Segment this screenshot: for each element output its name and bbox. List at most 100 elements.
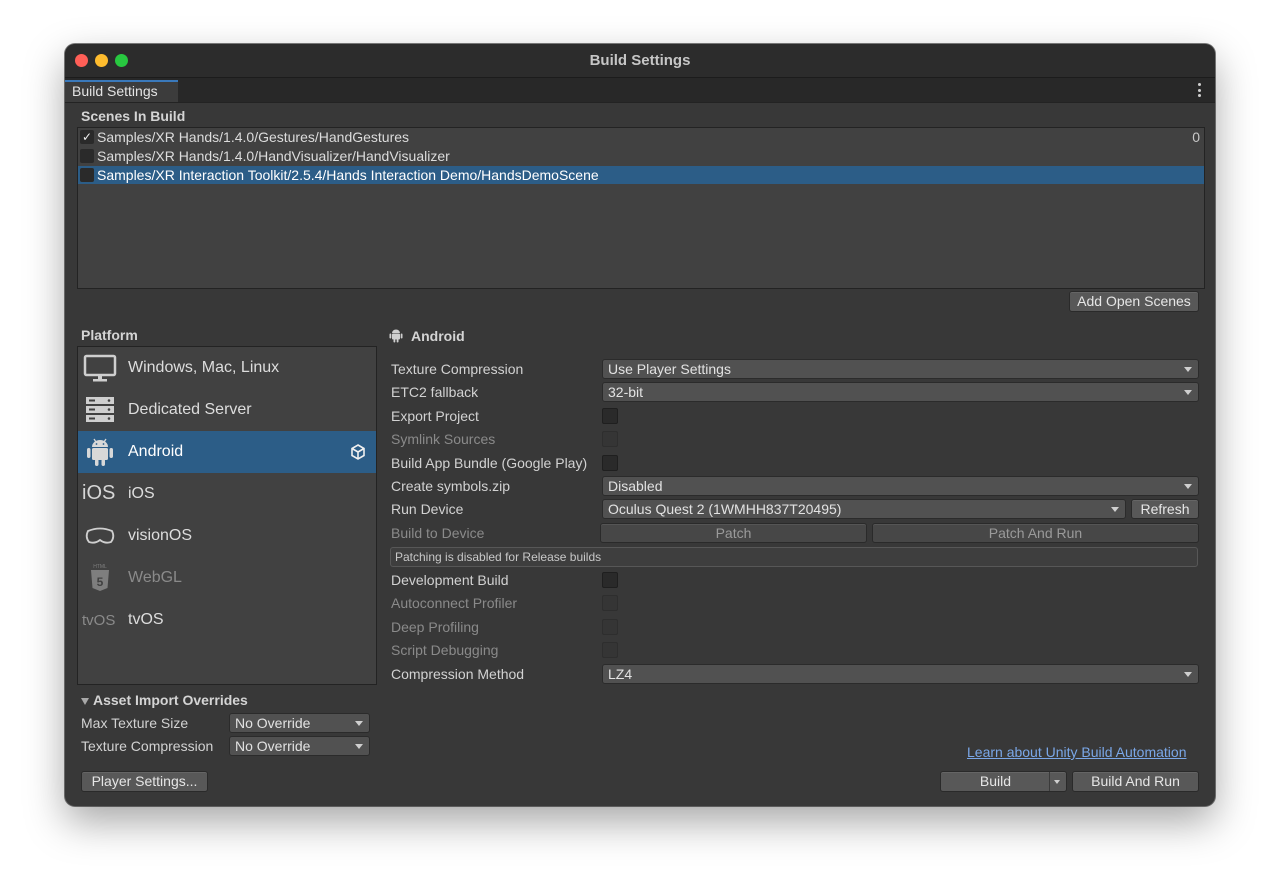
development-build-checkbox[interactable] [602,572,618,588]
script-debugging-checkbox[interactable] [602,642,618,658]
run-device-value: Oculus Quest 2 (1WMHH837T20495) [608,501,842,517]
texture-compression-value: Use Player Settings [608,361,731,377]
patching-disabled-notice: Patching is disabled for Release builds [390,547,1198,567]
platform-label: visionOS [128,527,193,544]
monitor-icon [83,354,117,382]
platform-label: tvOS [128,611,164,628]
symlink-sources-label: Symlink Sources [391,431,496,447]
max-texture-size-value: No Override [235,715,311,731]
platform-item-visionos[interactable]: visionOS [78,515,376,557]
autoconnect-profiler-label: Autoconnect Profiler [391,595,518,611]
texture-compression-override-label: Texture Compression [81,738,214,754]
svg-text:HTML: HTML [93,564,107,570]
foldout-arrow-icon [81,698,89,705]
compression-method-value: LZ4 [608,666,633,682]
asset-import-overrides-foldout[interactable]: Asset Import Overrides [81,692,248,708]
platform-item-standalone[interactable]: Windows, Mac, Linux [78,347,376,389]
texture-compression-dropdown[interactable]: Use Player Settings [602,359,1199,379]
script-debugging-row: Script Debugging [391,640,1199,660]
platform-list[interactable]: Windows, Mac, Linux Dedicated Server And… [77,346,377,685]
server-icon [86,397,114,422]
chevron-down-icon [1111,507,1119,512]
platform-label: iOS [128,485,155,502]
compression-method-dropdown[interactable]: LZ4 [602,664,1199,684]
compression-method-row: Compression Method LZ4 [391,664,1199,684]
max-texture-size-label: Max Texture Size [81,715,189,731]
build-to-device-row: Build to Device Patch Patch And Run [391,523,1199,543]
texture-compression-row: Texture Compression Use Player Settings [391,359,1199,379]
run-device-dropdown[interactable]: Oculus Quest 2 (1WMHH837T20495) [602,499,1126,519]
build-to-device-label: Build to Device [391,525,485,541]
scene-row[interactable]: ✓ Samples/XR Hands/1.4.0/Gestures/HandGe… [78,128,1204,146]
platform-item-dedicated-server[interactable]: Dedicated Server [78,389,376,431]
player-settings-button[interactable]: Player Settings... [81,771,208,792]
autoconnect-profiler-row: Autoconnect Profiler [391,593,1199,613]
scene-path: Samples/XR Hands/1.4.0/HandVisualizer/Ha… [97,148,450,164]
build-button[interactable]: Build [940,771,1067,792]
scene-index: 0 [1192,129,1200,145]
build-options-dropdown[interactable] [1049,772,1066,791]
tab-bar: Build Settings [65,78,1215,103]
texture-compression-override-dropdown[interactable]: No Override [229,736,370,756]
create-symbols-row: Create symbols.zip Disabled [391,476,1199,496]
scene-include-checkbox[interactable] [80,149,94,163]
deep-profiling-label: Deep Profiling [391,619,479,635]
etc2-fallback-value: 32-bit [608,384,644,400]
etc2-fallback-dropdown[interactable]: 32-bit [602,382,1199,402]
scenes-heading: Scenes In Build [81,108,186,124]
tab-build-settings[interactable]: Build Settings [65,80,178,102]
build-and-run-button[interactable]: Build And Run [1072,771,1199,792]
title-bar: Build Settings [65,44,1215,78]
platform-item-tvos[interactable]: tvOS tvOS [78,599,376,641]
deep-profiling-checkbox[interactable] [602,619,618,635]
create-symbols-dropdown[interactable]: Disabled [602,476,1199,496]
svg-text:5: 5 [97,575,104,589]
texture-compression-label: Texture Compression [391,361,524,377]
chevron-down-icon [1184,672,1192,677]
vision-headset-icon [85,527,115,544]
add-open-scenes-button[interactable]: Add Open Scenes [1069,291,1199,312]
deep-profiling-row: Deep Profiling [391,617,1199,637]
export-project-label: Export Project [391,408,479,424]
max-texture-size-dropdown[interactable]: No Override [229,713,370,733]
create-symbols-label: Create symbols.zip [391,478,511,494]
symlink-sources-checkbox[interactable] [602,431,618,447]
script-debugging-label: Script Debugging [391,642,499,658]
patch-and-run-button[interactable]: Patch And Run [872,523,1199,543]
maximize-window-button[interactable] [115,54,128,67]
learn-build-automation-link[interactable]: Learn about Unity Build Automation [967,744,1186,760]
autoconnect-profiler-checkbox[interactable] [602,595,618,611]
window-title: Build Settings [589,52,691,69]
close-window-button[interactable] [75,54,88,67]
html5-icon: HTML 5 [91,564,109,591]
patch-button[interactable]: Patch [600,523,867,543]
scene-include-checkbox[interactable]: ✓ [80,130,94,144]
scene-row[interactable]: Samples/XR Hands/1.4.0/HandVisualizer/Ha… [78,147,1204,165]
scene-include-checkbox[interactable] [80,168,94,182]
etc2-fallback-label: ETC2 fallback [391,384,479,400]
tvos-icon: tvOS [82,612,116,629]
build-settings-window: Build Settings Build Settings Scenes In … [65,44,1215,806]
scene-row[interactable]: Samples/XR Interaction Toolkit/2.5.4/Han… [78,166,1204,184]
platform-label: Windows, Mac, Linux [128,359,280,376]
platform-item-android[interactable]: Android [78,431,376,473]
export-project-row: Export Project [391,406,1199,426]
build-app-bundle-checkbox[interactable] [602,455,618,471]
scenes-list[interactable]: ✓ Samples/XR Hands/1.4.0/Gestures/HandGe… [77,127,1205,289]
chevron-down-icon [355,744,363,749]
asset-import-heading: Asset Import Overrides [93,692,248,708]
ios-icon: iOS [82,482,116,504]
scene-path: Samples/XR Hands/1.4.0/Gestures/HandGest… [97,129,410,145]
platform-label: Dedicated Server [128,401,252,418]
texture-compression-override-value: No Override [235,738,311,754]
symlink-sources-row: Symlink Sources [391,429,1199,449]
platform-item-webgl[interactable]: HTML 5 WebGL [78,557,376,599]
more-options-icon[interactable] [1197,83,1201,97]
export-project-checkbox[interactable] [602,408,618,424]
android-icon [389,329,403,343]
minimize-window-button[interactable] [95,54,108,67]
refresh-button[interactable]: Refresh [1131,499,1199,519]
platform-item-ios[interactable]: iOS iOS [78,473,376,515]
chevron-down-icon [1184,484,1192,489]
scene-path: Samples/XR Interaction Toolkit/2.5.4/Han… [97,167,599,183]
